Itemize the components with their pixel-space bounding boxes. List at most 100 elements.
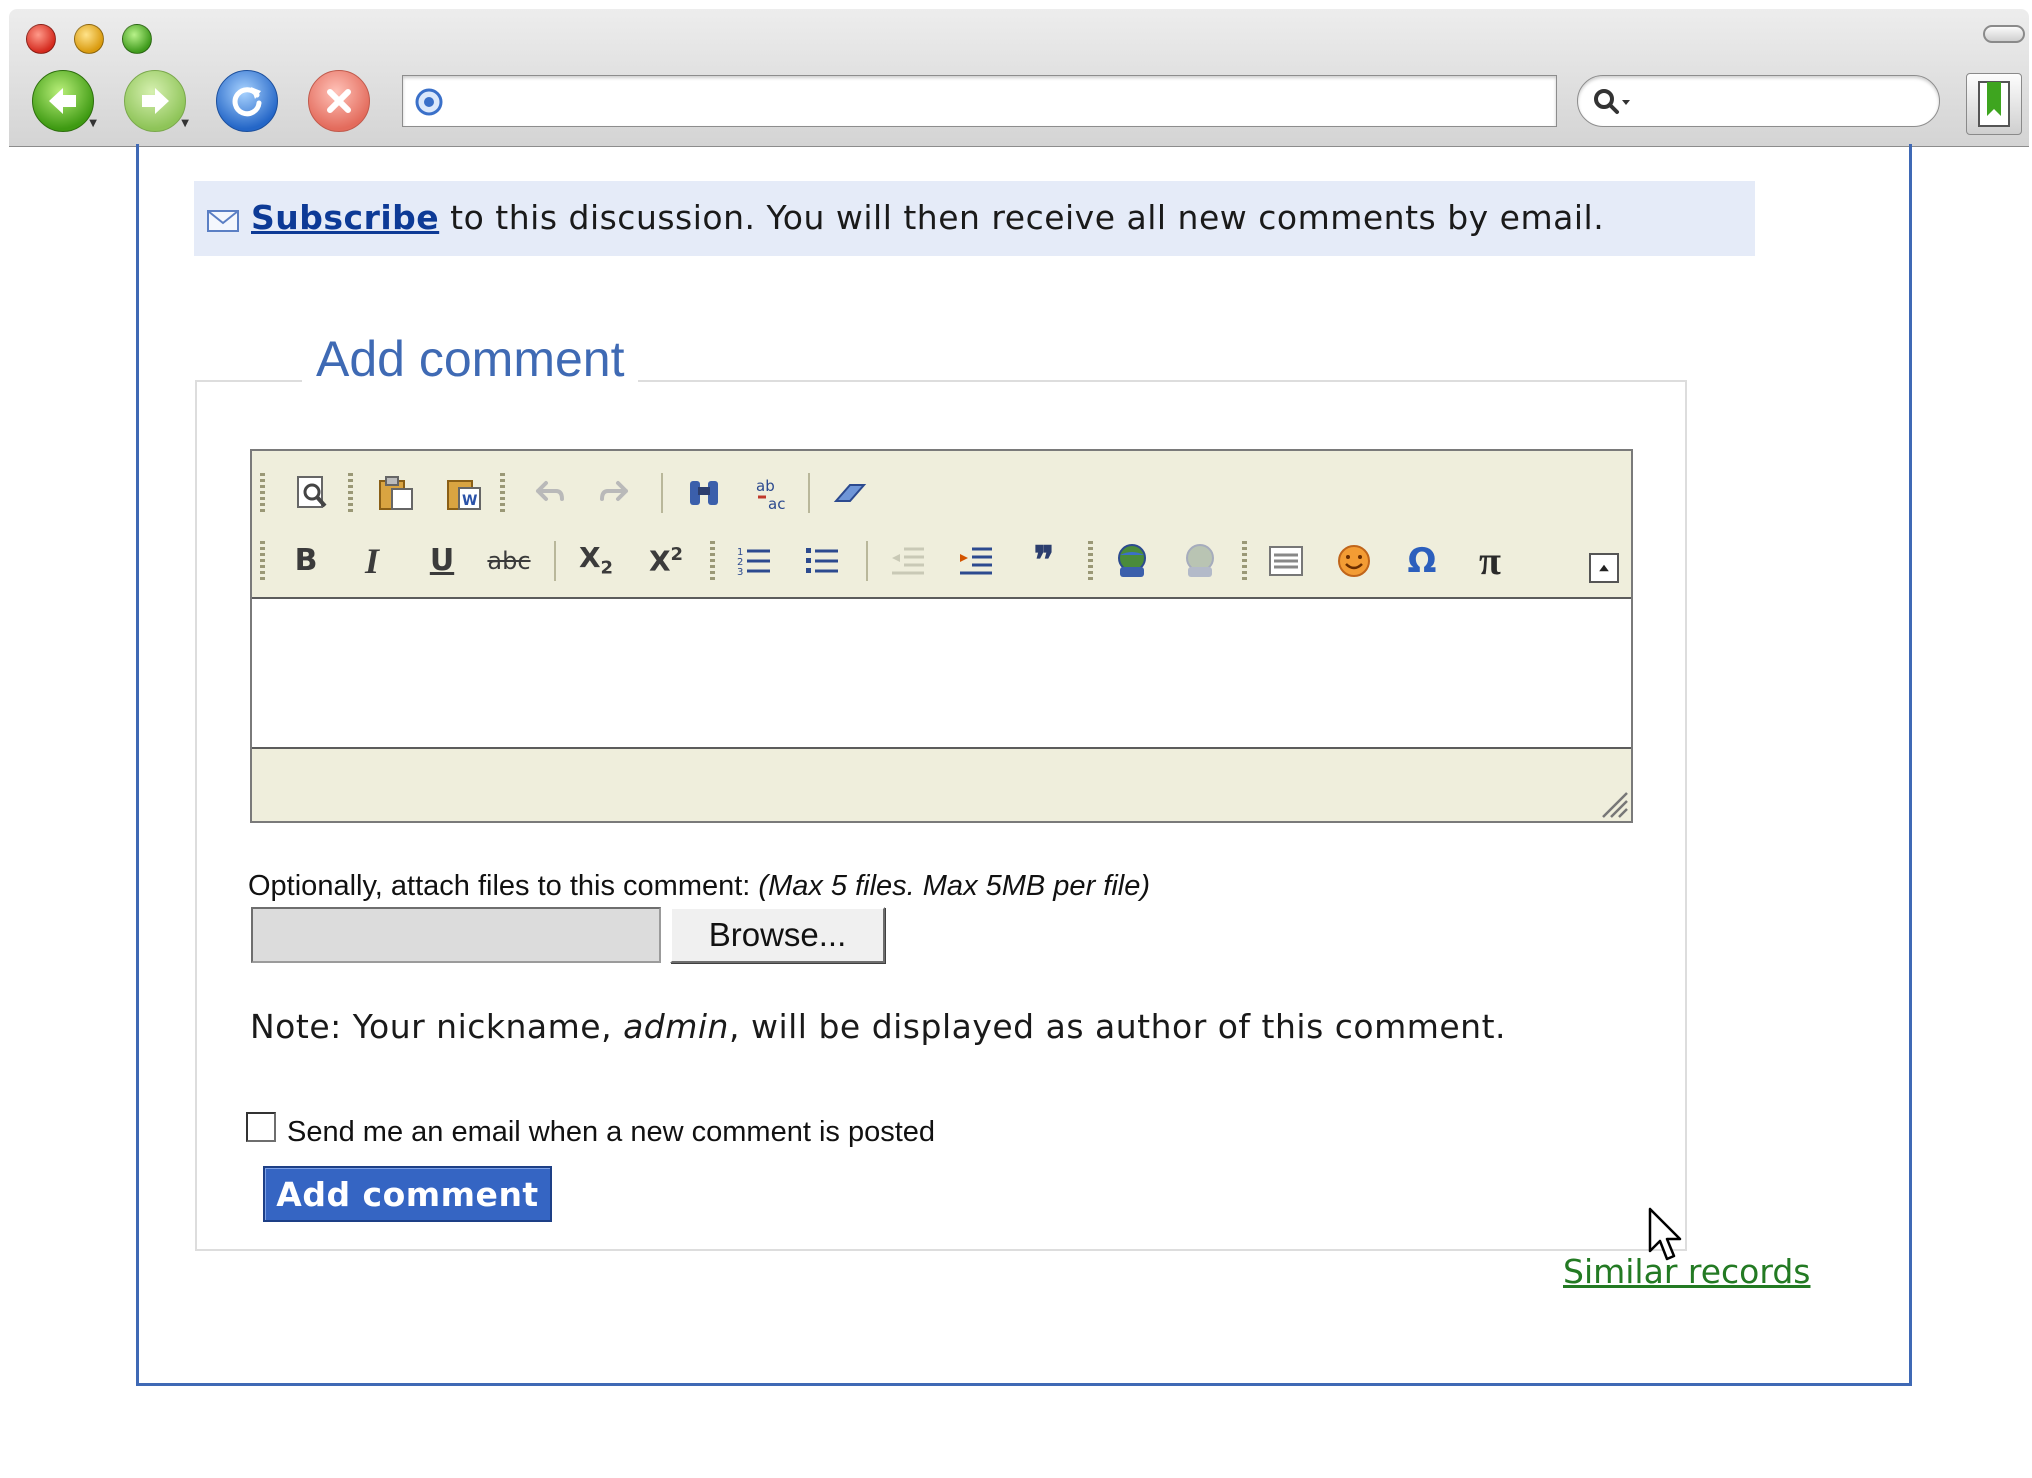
maximize-window-button[interactable] — [122, 24, 152, 54]
back-dropdown-icon: ▼ — [89, 118, 97, 129]
replace-button[interactable]: ab ac — [748, 469, 796, 517]
toolbar-collapse-button[interactable] — [1589, 553, 1619, 583]
resize-handle-icon[interactable] — [1597, 787, 1629, 819]
comment-textarea[interactable] — [252, 597, 1631, 749]
svg-text:3: 3 — [737, 567, 743, 578]
nickname-note: Note: Your nickname, admin, will be disp… — [250, 1007, 1506, 1046]
subscribe-link[interactable]: Subscribe — [251, 198, 439, 237]
blockquote-button[interactable]: ❞ — [1020, 537, 1068, 585]
similar-records-link[interactable]: Similar records — [1563, 1252, 1810, 1291]
nickname-suffix: , will be displayed as author of this co… — [728, 1007, 1507, 1046]
remove-format-button[interactable] — [826, 469, 874, 517]
bold-icon: B — [294, 543, 318, 578]
toolbar-separator — [866, 541, 868, 581]
toolbar-toggle-button[interactable] — [1983, 25, 2025, 43]
stop-button[interactable] — [308, 70, 370, 132]
attach-files-label: Optionally, attach files to this comment… — [248, 870, 1150, 903]
outdent-icon — [892, 547, 924, 575]
horizontal-rule-button[interactable] — [1262, 537, 1310, 585]
superscript-index: 2 — [670, 544, 684, 566]
redo-icon — [600, 481, 628, 501]
svg-text:ac: ac — [768, 495, 785, 513]
italic-icon: I — [364, 541, 379, 581]
attach-label-text: Optionally, attach files to this comment… — [248, 870, 759, 902]
reload-button[interactable] — [216, 70, 278, 132]
forward-dropdown-icon: ▼ — [181, 118, 189, 129]
preview-button[interactable] — [288, 469, 336, 517]
svg-text:ab: ab — [756, 477, 775, 495]
mail-icon — [207, 210, 239, 232]
strikethrough-button[interactable]: abc — [485, 537, 533, 585]
reload-icon — [232, 87, 262, 117]
paste-icon — [379, 476, 413, 510]
bookmarks-button[interactable] — [1966, 73, 2022, 135]
undo-button[interactable] — [524, 469, 572, 517]
bookmark-icon — [1978, 81, 2010, 127]
add-comment-button[interactable]: Add comment — [263, 1166, 552, 1222]
email-notify-checkbox[interactable] — [246, 1112, 276, 1142]
minimize-window-button[interactable] — [74, 24, 104, 54]
toolbar-grip — [260, 473, 265, 513]
underline-icon: U — [429, 543, 455, 578]
superscript-icon: X2 — [649, 546, 683, 575]
eraser-icon — [833, 484, 867, 502]
italic-button[interactable]: I — [348, 537, 396, 585]
toolbar-grip — [1088, 541, 1093, 581]
subscribe-message: Subscribe to this discussion. You will t… — [251, 198, 1604, 237]
subscript-index: 2 — [600, 557, 614, 579]
redo-button[interactable] — [592, 469, 640, 517]
bulleted-list-icon — [806, 548, 838, 573]
back-button[interactable]: ▼ — [32, 70, 97, 132]
address-bar[interactable] — [402, 75, 1557, 127]
toolbar-separator — [808, 473, 810, 513]
globe-icon — [415, 88, 443, 116]
horizontal-rule-icon — [1269, 546, 1303, 576]
stop-icon — [327, 89, 351, 113]
email-notify-label[interactable]: Send me an email when a new comment is p… — [287, 1116, 935, 1149]
superscript-letter: X — [648, 544, 671, 578]
outdent-button[interactable] — [884, 537, 932, 585]
search-input[interactable] — [1577, 75, 1940, 127]
smiley-icon — [1338, 545, 1370, 577]
subscribe-description: to this discussion. You will then receiv… — [439, 198, 1605, 237]
preview-icon — [297, 476, 327, 508]
toolbar-grip — [710, 541, 715, 581]
subscript-letter: X — [578, 541, 601, 575]
toolbar-grip — [260, 541, 265, 581]
omega-icon: Ω — [1407, 541, 1437, 581]
svg-text:W: W — [462, 493, 477, 509]
replace-icon: ab ac — [756, 477, 785, 513]
close-window-button[interactable] — [26, 24, 56, 54]
find-button[interactable] — [680, 469, 728, 517]
toolbar-grip — [348, 473, 353, 513]
add-comment-heading: Add comment — [302, 330, 639, 388]
link-button[interactable] — [1108, 537, 1156, 585]
underline-button[interactable]: U — [418, 537, 466, 585]
nickname-prefix: Note: Your nickname, — [250, 1007, 624, 1046]
file-path-input[interactable] — [251, 907, 661, 963]
bold-button[interactable]: B — [282, 537, 330, 585]
forward-arrow-icon — [142, 88, 169, 114]
browse-button[interactable]: Browse... — [670, 907, 885, 963]
subscript-button[interactable]: X2 — [572, 537, 620, 585]
special-character-button[interactable]: Ω — [1398, 537, 1446, 585]
undo-icon — [536, 481, 564, 501]
bulleted-list-button[interactable] — [798, 537, 846, 585]
search-icon — [1594, 89, 1630, 114]
pi-icon: π — [1479, 538, 1501, 583]
unlink-button[interactable] — [1176, 537, 1224, 585]
mouse-pointer-icon — [1648, 1207, 1682, 1261]
numbered-list-button[interactable]: 1 2 3 — [730, 537, 778, 585]
indent-button[interactable] — [952, 537, 1000, 585]
toolbar-separator — [661, 473, 663, 513]
paste-word-icon: W — [447, 480, 481, 510]
smiley-button[interactable] — [1330, 537, 1378, 585]
blockquote-icon: ❞ — [1033, 540, 1055, 582]
forward-button[interactable]: ▼ — [124, 70, 189, 132]
collapse-arrow-icon — [1599, 564, 1609, 572]
rich-text-editor: W ab ac B I U abc X2 X2 1 2 3 ❞ Ω π — [250, 449, 1633, 823]
paste-button[interactable] — [372, 469, 420, 517]
superscript-button[interactable]: X2 — [642, 537, 690, 585]
math-button[interactable]: π — [1466, 537, 1514, 585]
paste-from-word-button[interactable]: W — [440, 469, 488, 517]
